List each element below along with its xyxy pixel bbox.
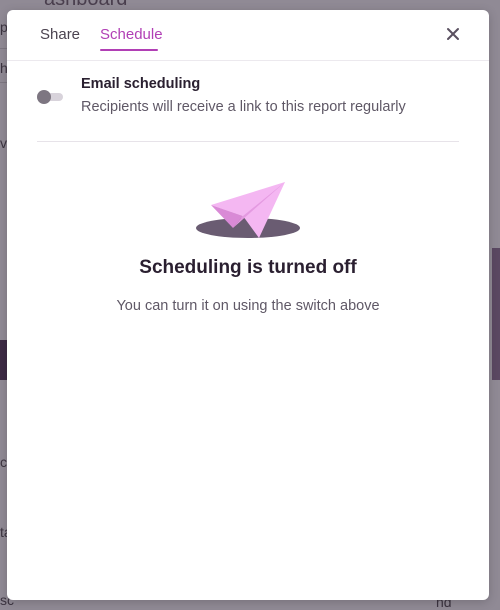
- toggle-knob: [37, 90, 51, 104]
- email-scheduling-title: Email scheduling: [81, 76, 201, 92]
- tab-schedule[interactable]: Schedule: [100, 26, 163, 44]
- empty-state-subtitle: You can turn it on using the switch abov…: [116, 298, 380, 314]
- background-fragment: c: [0, 454, 7, 470]
- section-divider: [37, 141, 459, 142]
- paper-plane-icon: [193, 180, 303, 242]
- close-button[interactable]: [443, 24, 463, 44]
- background-band: [492, 248, 500, 380]
- close-icon: [447, 28, 459, 40]
- active-tab-indicator: [100, 49, 158, 51]
- tab-share[interactable]: Share: [40, 26, 80, 44]
- email-scheduling-description: Recipients will receive a link to this r…: [81, 99, 406, 115]
- modal-header: Share Schedule: [7, 10, 489, 61]
- email-scheduling-toggle[interactable]: [37, 90, 63, 104]
- schedule-modal: Share Schedule Email scheduling Recipien…: [7, 10, 489, 600]
- empty-state-title: Scheduling is turned off: [139, 257, 357, 278]
